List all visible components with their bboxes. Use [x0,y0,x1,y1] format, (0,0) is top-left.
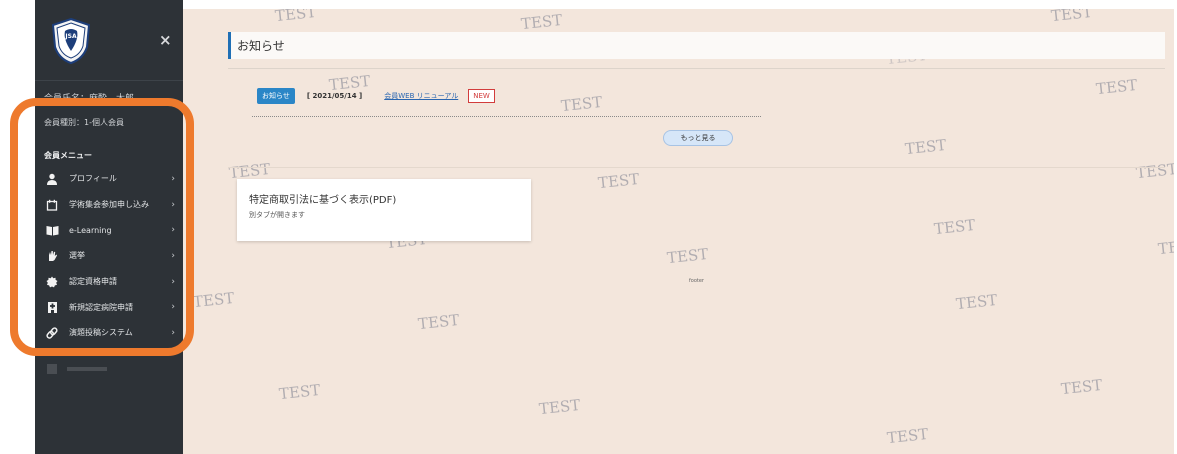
content-divider [228,167,1165,168]
badge-icon [45,275,59,289]
sidebar: JSA × 会員氏名：麻酔 太郎 会員種別：1-個人会員 会員メニュー プロフィ… [35,0,183,454]
main-content: TEST TEST TEST TEST TEST TEST TEST TEST … [183,9,1174,454]
watermark: TEST [192,288,236,312]
sidebar-divider [35,80,183,81]
menu-item-label: 学術集会参加申し込み [69,200,149,210]
watermark: TEST [933,215,977,239]
menu-item-new-hospital[interactable]: 新規認定病院申請 › [35,294,183,320]
watermark: TEST [1157,235,1174,259]
top-edge [183,0,1177,9]
chevron-right-icon: › [171,225,175,236]
watermark: TEST [538,395,582,419]
member-name: 会員氏名：麻酔 太郎 [44,94,135,104]
card-title: 特定商取引法に基づく表示(PDF) [249,195,397,206]
close-sidebar-button[interactable]: × [159,33,172,48]
section-divider [228,68,1165,69]
chevron-right-icon: › [171,250,175,261]
card-subtitle: 別タブが開きます [249,211,305,219]
section-title: お知らせ [237,39,285,53]
jsa-logo: JSA [49,17,93,65]
footer-text: footer [689,278,704,284]
watermark: TEST [1060,375,1104,399]
watermark: TEST [597,169,641,193]
watermark: TEST [1050,9,1094,26]
hospital-icon [45,300,59,314]
news-category-badge[interactable]: お知らせ [257,88,295,104]
menu-item-label: 新規認定病院申請 [69,302,133,312]
chevron-right-icon: › [171,276,175,287]
menu-item-certification[interactable]: 認定資格申請 › [35,269,183,295]
chevron-right-icon: › [171,173,175,184]
chevron-right-icon: › [171,327,175,338]
section-header: お知らせ [228,32,1165,59]
watermark: TEST [278,380,322,404]
watermark: TEST [955,290,999,314]
member-type: 会員種別：1-個人会員 [44,118,124,127]
link-icon [45,326,59,340]
menu-item-label: 演題投稿システム [69,328,133,338]
book-icon [45,223,59,237]
news-dotted-divider [252,116,761,117]
menu-item-elearning[interactable]: e-Learning › [35,217,183,243]
hand-icon [45,249,59,263]
menu-heading: 会員メニュー [44,151,92,160]
watermark: TEST [274,9,318,26]
menu-item-label: プロフィール [69,174,117,184]
watermark: TEST [1135,159,1174,183]
new-badge: NEW [468,89,495,103]
watermark: TEST [666,244,710,268]
watermark: TEST [520,10,564,34]
obscured-menu-item [47,360,127,374]
watermark: TEST [904,135,948,159]
commercial-law-pdf-card[interactable]: 特定商取引法に基づく表示(PDF) 別タブが開きます [237,179,531,241]
menu-item-label: 選挙 [69,251,85,261]
menu-item-abstract-submission[interactable]: 演題投稿システム › [35,320,183,346]
calendar-icon [45,198,59,212]
chevron-right-icon: › [171,199,175,210]
news-date: [ 2021/05/14 ] [306,92,363,100]
menu-item-profile[interactable]: プロフィール › [35,166,183,192]
more-button[interactable]: もっと見る [663,130,733,146]
watermark: TEST [417,310,461,334]
watermark: TEST [1095,75,1139,99]
member-menu: プロフィール › 学術集会参加申し込み › e-Learning › 選挙 › [35,166,183,346]
news-item: お知らせ [ 2021/05/14 ] 会員WEB リニューアル NEW [257,87,495,105]
person-icon [45,172,59,186]
watermark: TEST [886,424,930,448]
menu-item-label: 認定資格申請 [69,277,117,287]
menu-item-conference-registration[interactable]: 学術集会参加申し込み › [35,192,183,218]
menu-item-election[interactable]: 選挙 › [35,243,183,269]
menu-item-label: e-Learning [69,225,112,235]
chevron-right-icon: › [171,302,175,313]
left-edge [0,0,35,454]
logo-text: JSA [64,33,77,40]
news-link[interactable]: 会員WEB リニューアル [384,91,458,101]
watermark: TEST [560,92,604,116]
